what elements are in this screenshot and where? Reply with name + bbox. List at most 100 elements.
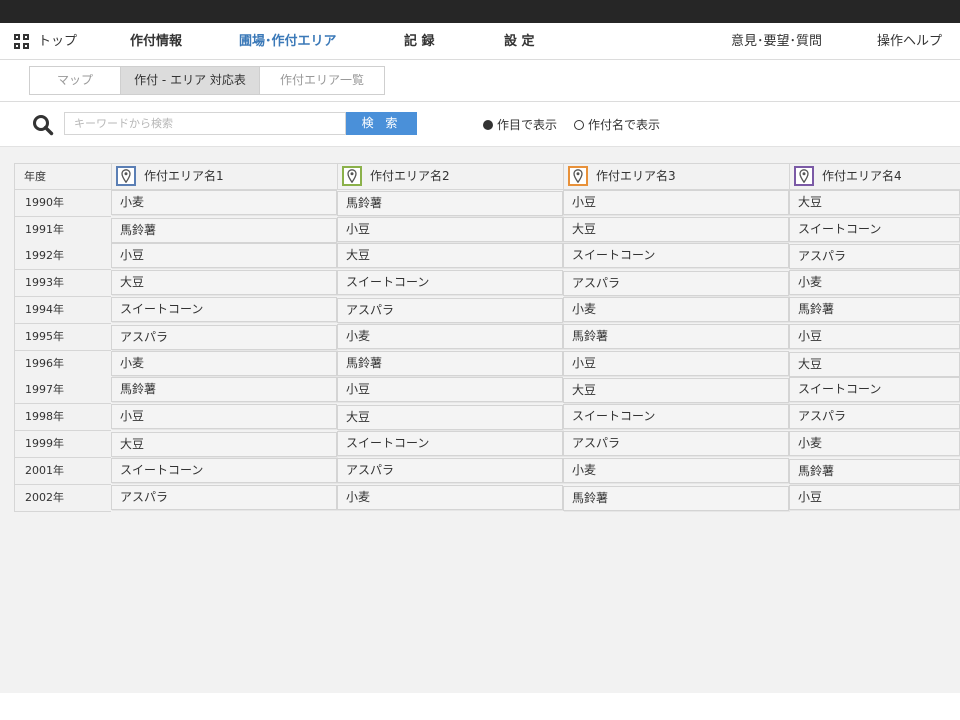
crop-cell[interactable]: 大豆 [111, 431, 337, 457]
nav-field-area[interactable]: 圃場･作付エリア [239, 23, 337, 60]
crop-cell[interactable]: アスパラ [111, 324, 337, 350]
radio-show-by-name[interactable]: 作付名で表示 [574, 117, 660, 133]
area-column-header: 作付エリア名3 [563, 163, 789, 190]
crop-cell[interactable]: 大豆 [563, 216, 789, 242]
area-name-label: 作付エリア名2 [370, 169, 450, 183]
crop-cell[interactable]: 馬鈴薯 [789, 296, 960, 322]
area-name-label: 作付エリア名3 [596, 169, 676, 183]
crop-cell[interactable]: アスパラ [337, 297, 563, 323]
year-cell: 1995年 [14, 323, 111, 351]
crop-cell[interactable]: 大豆 [789, 351, 960, 377]
crop-cell[interactable]: 小豆 [563, 189, 789, 215]
crop-cell[interactable]: 馬鈴薯 [563, 485, 789, 511]
table-row: 2002年 アスパラ 小麦 馬鈴薯 小豆 [14, 484, 960, 512]
year-cell: 1990年 [14, 189, 111, 217]
crop-cell[interactable]: 小豆 [111, 404, 337, 430]
nav-help[interactable]: 操作ヘルプ [877, 23, 942, 60]
crop-cell[interactable]: 小豆 [337, 377, 563, 403]
crop-cell[interactable]: アスパラ [111, 484, 337, 510]
crop-cell[interactable]: 大豆 [337, 405, 563, 431]
table-row: 1994年 スイートコーン アスパラ 小麦 馬鈴薯 [14, 296, 960, 324]
crop-cell[interactable]: 馬鈴薯 [111, 217, 337, 243]
table-header-row: 年度 作付エリア名1 作付エリア名2 作付エリア名3 作付エリア名4 [14, 163, 960, 190]
crop-cell[interactable]: アスパラ [563, 430, 789, 456]
crop-cell[interactable]: 小豆 [563, 350, 789, 376]
radio-crop-label: 作目で表示 [497, 118, 558, 132]
year-cell: 1996年 [14, 350, 111, 378]
crop-cell[interactable]: 馬鈴薯 [789, 458, 960, 484]
crop-cell[interactable]: スイートコーン [563, 243, 789, 269]
nav-records[interactable]: 記 録 [404, 23, 435, 60]
crop-cell[interactable]: 馬鈴薯 [337, 350, 563, 376]
year-column-header: 年度 [14, 163, 111, 190]
search-button[interactable]: 検 索 [346, 112, 417, 135]
map-pin-icon [116, 166, 136, 186]
bottom-bar [0, 693, 960, 720]
year-cell: 1994年 [14, 296, 111, 324]
crop-cell[interactable]: アスパラ [337, 457, 563, 483]
crop-cell[interactable]: 小豆 [789, 484, 960, 510]
search-input[interactable] [64, 112, 346, 135]
tab-area-list[interactable]: 作付エリア一覧 [259, 66, 385, 95]
radio-name-label: 作付名で表示 [588, 118, 661, 132]
crop-cell[interactable]: 小豆 [337, 216, 563, 242]
crop-cell[interactable]: 馬鈴薯 [111, 377, 337, 403]
crop-cell[interactable]: 小麦 [337, 323, 563, 349]
crop-cell[interactable]: 小麦 [789, 430, 960, 456]
tab-crop-area-table[interactable]: 作付 - エリア 対応表 [120, 66, 260, 95]
year-cell: 2001年 [14, 457, 111, 485]
nav-top[interactable]: トップ [38, 23, 77, 60]
year-cell: 2002年 [14, 484, 111, 512]
crop-cell[interactable]: スイートコーン [337, 430, 563, 456]
main-nav: トップ 作付情報 圃場･作付エリア 記 録 設 定 意見･要望･質問 操作ヘルプ [0, 23, 960, 60]
area-column-header: 作付エリア名4 [789, 163, 960, 190]
crop-cell[interactable]: 小麦 [111, 350, 337, 376]
year-cell: 1992年 [14, 243, 111, 271]
search-icon[interactable] [32, 114, 54, 136]
map-pin-icon [342, 166, 362, 186]
crop-cell[interactable]: 小麦 [563, 296, 789, 322]
map-pin-icon [568, 166, 588, 186]
crop-cell[interactable]: 小麦 [563, 457, 789, 483]
nav-crop-info[interactable]: 作付情報 [130, 23, 182, 60]
area-name-label: 作付エリア名4 [822, 169, 902, 183]
crop-cell[interactable]: スイートコーン [337, 270, 563, 296]
area-column-header: 作付エリア名2 [337, 163, 563, 190]
crop-cell[interactable]: 小麦 [789, 270, 960, 296]
nav-feedback[interactable]: 意見･要望･質問 [731, 23, 822, 60]
grid-icon[interactable] [14, 34, 30, 50]
table-row: 1998年 小豆 大豆 スイートコーン アスパラ [14, 404, 960, 432]
crop-cell[interactable]: アスパラ [563, 271, 789, 297]
crop-cell[interactable]: 小麦 [337, 484, 563, 510]
nav-settings[interactable]: 設 定 [504, 23, 535, 60]
crop-cell[interactable]: アスパラ [789, 244, 960, 270]
crop-cell[interactable]: スイートコーン [111, 296, 337, 322]
crop-cell[interactable]: 小豆 [789, 323, 960, 349]
crop-area-table: 年度 作付エリア名1 作付エリア名2 作付エリア名3 作付エリア名4 1990年 小麦馬… [14, 163, 960, 512]
crop-cell[interactable]: 馬鈴薯 [563, 323, 789, 349]
crop-cell[interactable]: 小麦 [111, 189, 337, 215]
tab-map[interactable]: マップ [29, 66, 121, 95]
crop-cell[interactable]: 大豆 [563, 378, 789, 404]
crop-cell[interactable]: 大豆 [789, 189, 960, 215]
crop-cell[interactable]: 小豆 [111, 243, 337, 269]
crop-cell[interactable]: 大豆 [337, 243, 563, 269]
crop-cell[interactable]: 大豆 [111, 270, 337, 296]
crop-cell[interactable]: アスパラ [789, 404, 960, 430]
table-row: 2001年 スイートコーン アスパラ 小麦 馬鈴薯 [14, 457, 960, 485]
year-cell: 1997年 [14, 377, 111, 405]
crop-cell[interactable]: スイートコーン [563, 404, 789, 430]
radio-dot-checked [483, 120, 493, 130]
main-content: 年度 作付エリア名1 作付エリア名2 作付エリア名3 作付エリア名4 1990年 小麦馬… [0, 147, 960, 693]
crop-cell[interactable]: スイートコーン [111, 457, 337, 483]
table-row: 1997年 馬鈴薯 小豆 大豆 スイートコーン [14, 377, 960, 405]
table-row: 1992年 小豆 大豆 スイートコーン アスパラ [14, 243, 960, 271]
map-pin-icon [794, 166, 814, 186]
table-row: 1995年 アスパラ 小麦 馬鈴薯 小豆 [14, 323, 960, 351]
crop-cell[interactable]: スイートコーン [789, 377, 960, 403]
radio-show-by-crop[interactable]: 作目で表示 [483, 117, 557, 133]
crop-cell[interactable]: スイートコーン [789, 216, 960, 242]
crop-cell[interactable]: 馬鈴薯 [337, 190, 563, 216]
table-row: 1993年 大豆 スイートコーン アスパラ 小麦 [14, 270, 960, 298]
top-bar [0, 0, 960, 23]
